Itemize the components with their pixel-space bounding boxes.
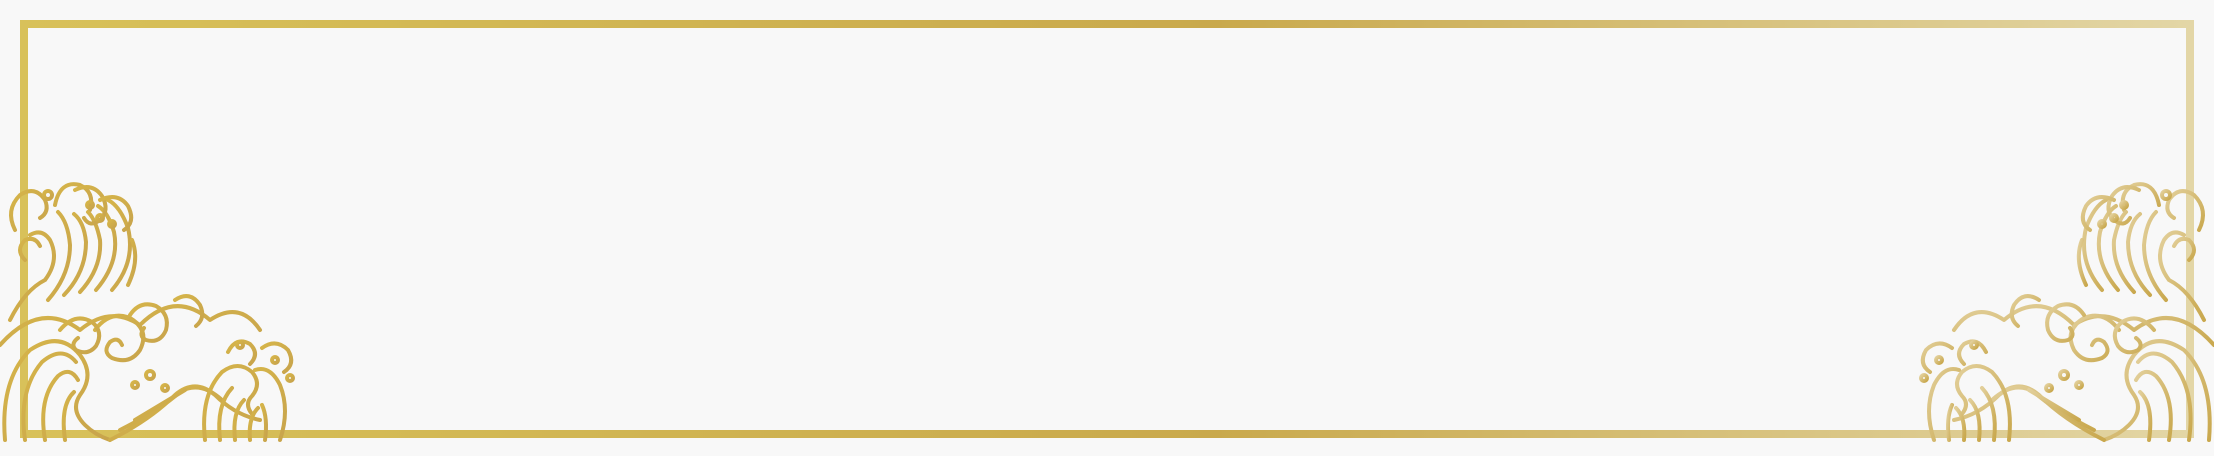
wave-cloud-icon <box>0 182 295 442</box>
wave-cloud-icon <box>1919 182 2214 442</box>
gold-frame <box>20 20 2194 438</box>
banner-artwork <box>0 20 2214 442</box>
decorative-banner <box>0 0 2214 456</box>
